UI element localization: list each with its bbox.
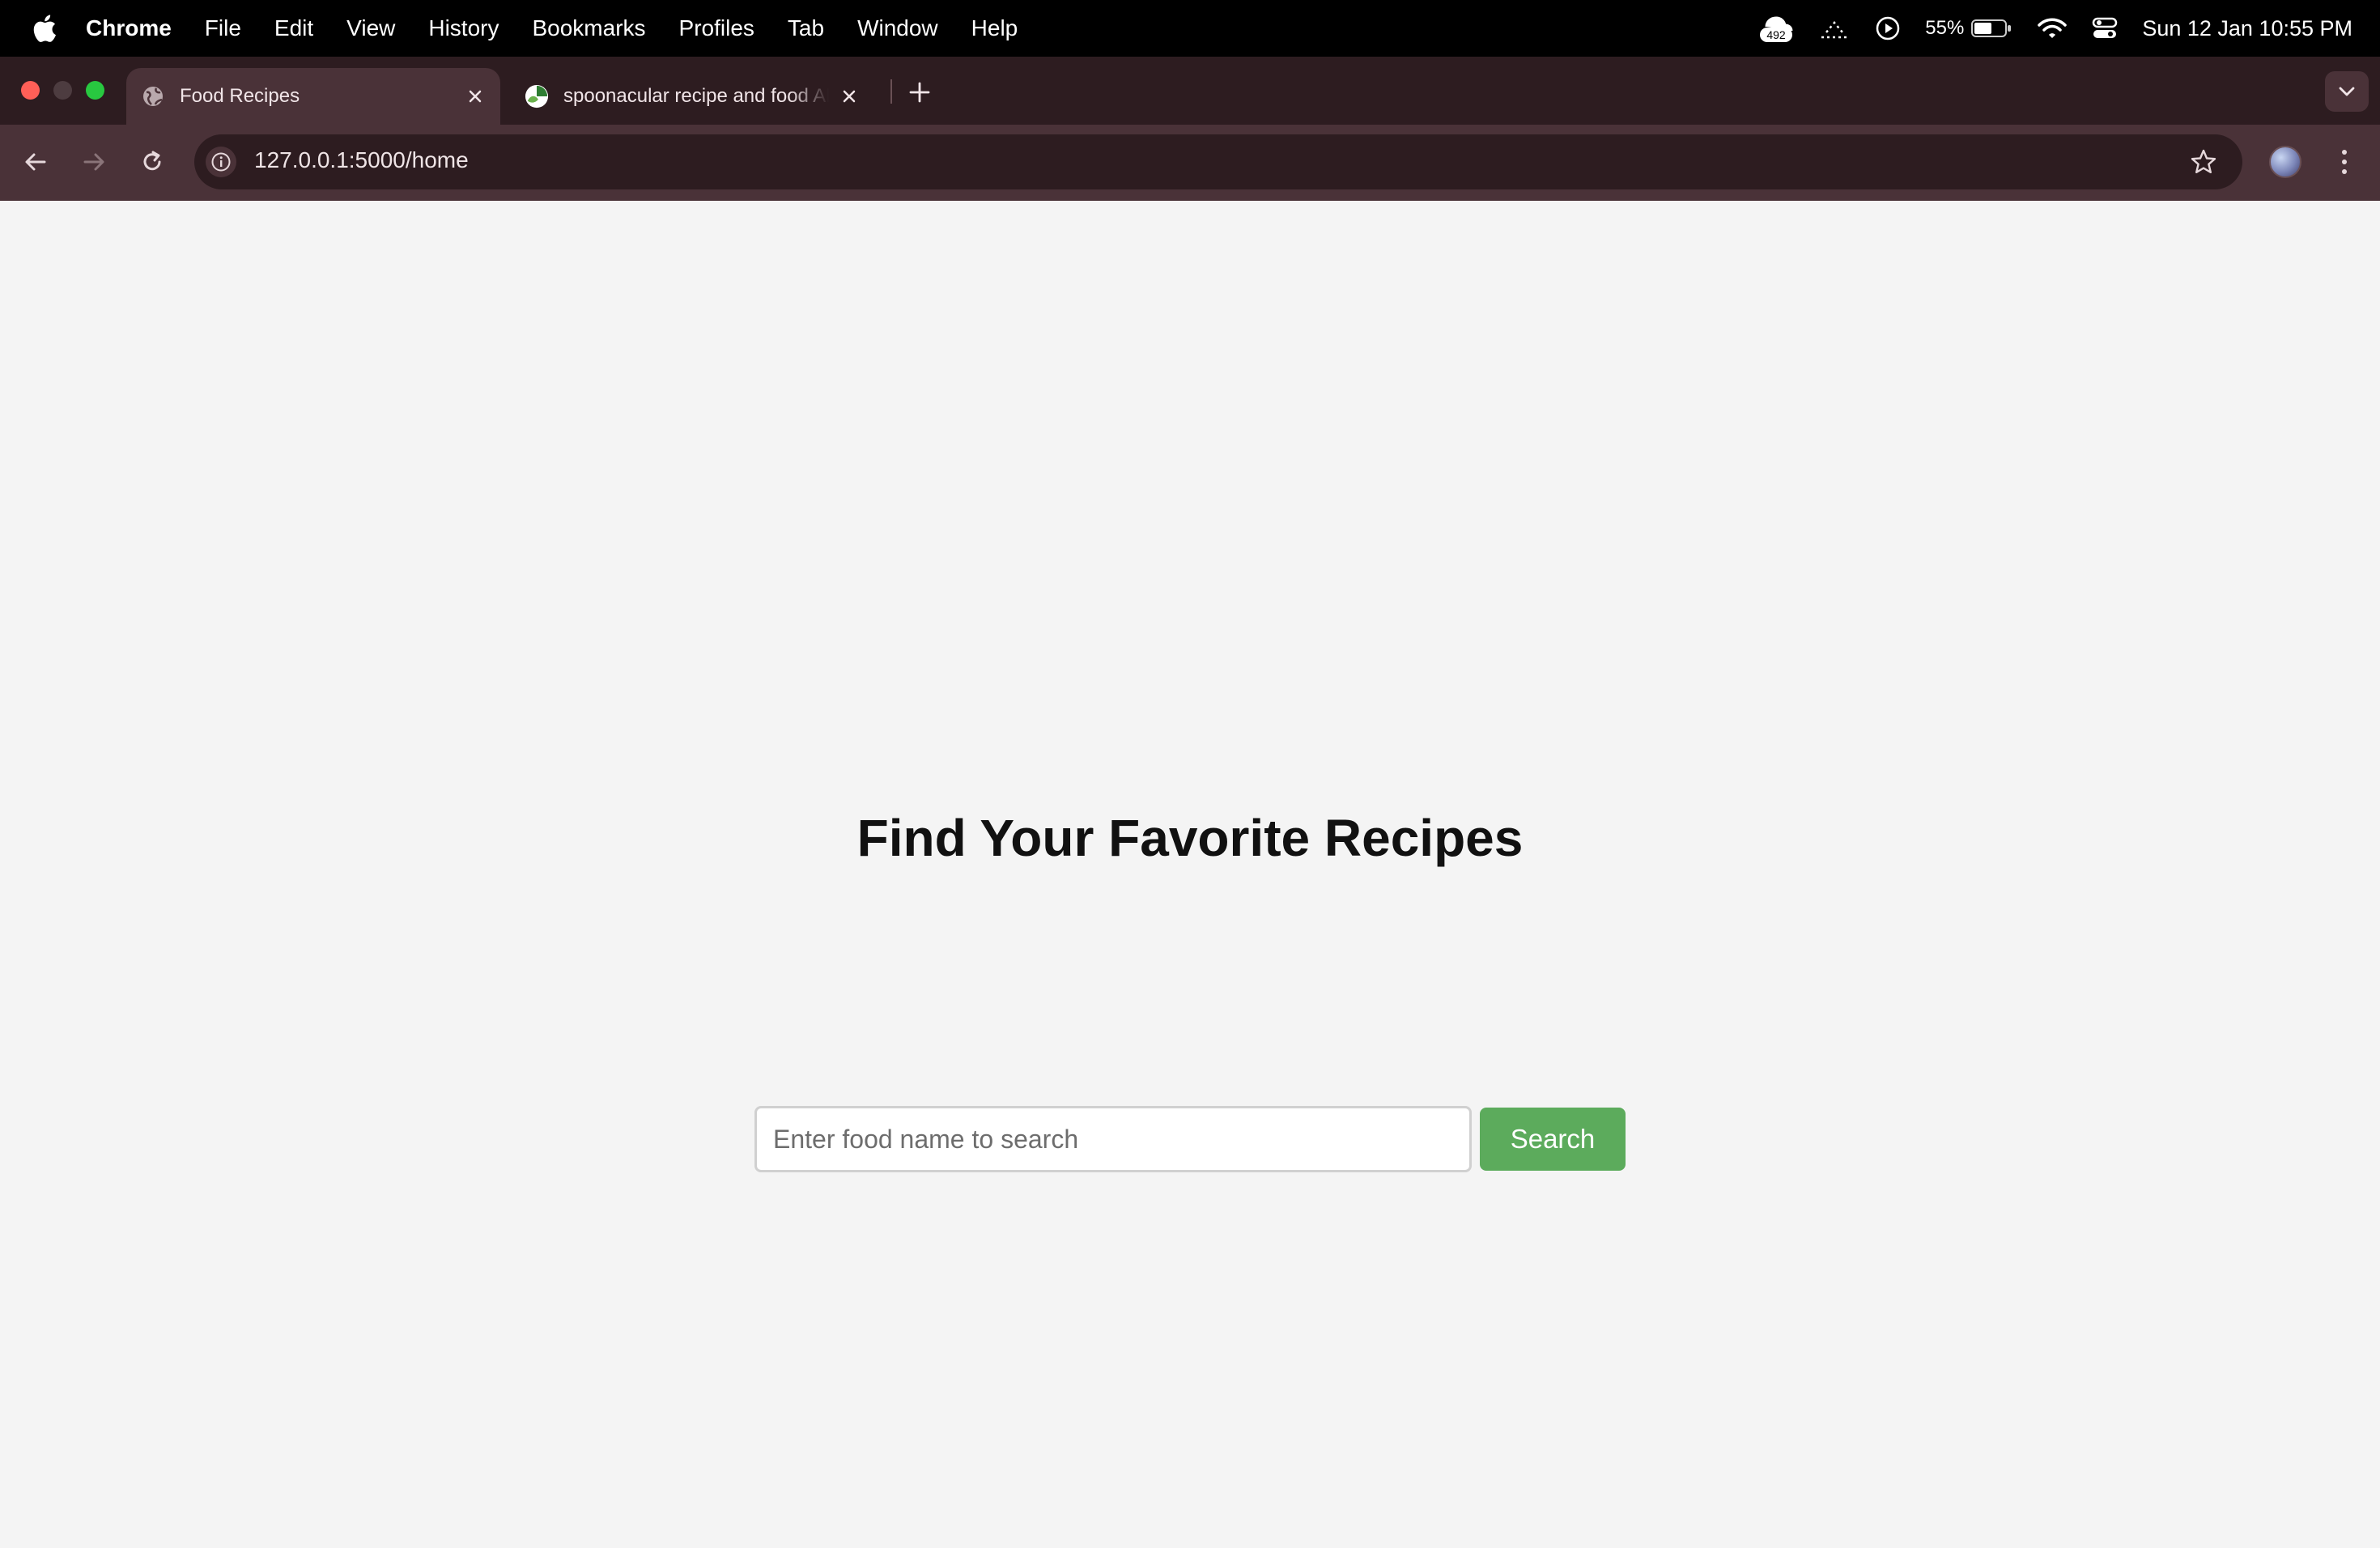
menu-view[interactable]: View [346,15,395,41]
datetime-text: Sun 12 Jan 10:55 PM [2142,15,2352,40]
window-minimize-button[interactable] [53,81,72,100]
menu-items: Chrome File Edit View History Bookmarks … [86,15,1051,41]
page-title: Find Your Favorite Recipes [856,809,1524,867]
tab-close-icon[interactable] [463,84,487,108]
apple-logo-icon[interactable] [32,15,57,42]
page-viewport: Find Your Favorite Recipes Search [0,201,2380,1548]
url-text[interactable]: 127.0.0.1:5000/home [254,147,469,173]
tab-title: Food Recipes [180,85,300,107]
menu-history[interactable]: History [428,15,499,41]
battery-percent: 55% [1925,17,1965,39]
cloud-badge-count: 492 [1767,28,1787,41]
menu-window[interactable]: Window [857,15,938,41]
menu-bookmarks[interactable]: Bookmarks [532,15,645,41]
search-button[interactable]: Search [1480,1108,1626,1171]
battery-icon [1971,19,2012,37]
globe-icon [141,84,165,108]
menu-profiles[interactable]: Profiles [679,15,754,41]
search-input[interactable] [754,1106,1472,1172]
macos-menubar: Chrome File Edit View History Bookmarks … [0,0,2380,57]
tab-separator [890,79,892,104]
sleep-display-icon[interactable] [1818,16,1851,40]
site-info-icon[interactable] [206,147,236,177]
battery-status[interactable]: 55% [1925,17,2012,40]
tab-close-icon[interactable] [837,84,861,108]
profile-avatar[interactable] [2269,146,2301,178]
menu-file[interactable]: File [205,15,241,41]
window-close-button[interactable] [21,81,40,100]
cloud-badge-icon[interactable]: 492 [1758,12,1794,45]
tab-title: spoonacular recipe and food API [563,85,829,107]
window-maximize-button[interactable] [86,81,104,100]
control-center-icon[interactable] [2092,16,2118,40]
menu-app-name[interactable]: Chrome [86,15,172,41]
address-bar[interactable] [194,134,2242,189]
tab-food-recipes[interactable]: Food Recipes [126,68,500,125]
play-circle-icon[interactable] [1875,15,1901,41]
bookmark-star-icon[interactable] [2187,146,2220,178]
tab-spoonacular[interactable]: spoonacular recipe and food API [510,68,874,125]
reload-icon[interactable] [134,144,170,180]
more-options-icon[interactable] [2330,144,2359,180]
tab-search-chevron-icon[interactable] [2325,71,2369,112]
forward-arrow-icon[interactable] [76,144,112,180]
menu-tab[interactable]: Tab [788,15,824,41]
clock[interactable]: Sun 12 Jan 10:55 PM [2142,16,2352,41]
new-tab-plus-icon[interactable] [905,78,934,107]
spoonacular-favicon-icon [525,84,549,108]
status-area: 492 55% Sun 12 Jan 10:55 PM [1734,0,2352,57]
menu-edit[interactable]: Edit [274,15,313,41]
wifi-icon[interactable] [2037,16,2068,40]
back-arrow-icon[interactable] [18,144,53,180]
menu-help[interactable]: Help [971,15,1018,41]
